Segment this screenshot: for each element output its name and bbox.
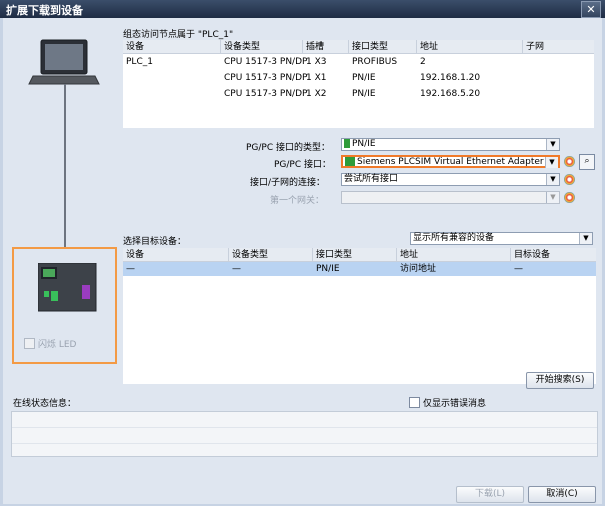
col-header-interface-type[interactable]: 接口类型	[349, 40, 417, 54]
table-row-cell: —	[232, 264, 241, 274]
table-row-cell[interactable]: PLC_1	[123, 55, 153, 69]
pgpc-type-value: PN/IE	[352, 139, 376, 149]
subnet-connection-label: 接口/子网的连接：	[250, 178, 326, 188]
subnet-connection-select[interactable]: 尝试所有接口 ▼	[341, 173, 560, 186]
errors-only-label: 仅显示错误消息	[423, 399, 487, 409]
network-adapter-icon	[345, 157, 355, 166]
table-row-cell: —	[126, 264, 135, 274]
ethernet-icon	[344, 139, 350, 148]
table-row[interactable]: — — PN/IE 访问地址 —	[123, 262, 596, 276]
table-row-cell[interactable]: 1 X1	[303, 71, 326, 85]
cancel-button[interactable]: 取消(C)	[528, 486, 596, 503]
online-status-label: 在线状态信息：	[13, 399, 77, 409]
table-row-cell[interactable]: CPU 1517-3 PN/DP	[221, 55, 307, 69]
target-devices-table: 设备 设备类型 接口类型 地址 目标设备 — — PN/IE 访问地址 —	[123, 248, 596, 384]
col-header-target-device[interactable]: 目标设备	[511, 248, 596, 262]
col-header-device-type[interactable]: 设备类型	[221, 40, 303, 54]
table-row-cell[interactable]: PN/IE	[349, 87, 376, 101]
subnet-connection-value: 尝试所有接口	[344, 174, 399, 184]
pgpc-interface-value: Siemens PLCSIM Virtual Ethernet Adapter	[357, 157, 544, 167]
close-button[interactable]: ✕	[581, 1, 601, 18]
dialog-title: 扩展下载到设备	[6, 4, 83, 17]
plc-device-icon	[38, 263, 97, 312]
access-table-caption: 组态访问节点属于 "PLC_1"	[123, 30, 234, 40]
status-globe-icon[interactable]	[564, 156, 575, 167]
chevron-down-icon[interactable]: ▼	[579, 233, 592, 244]
col-header-interface-type[interactable]: 接口类型	[313, 248, 397, 262]
table-row-cell[interactable]: 1 X3	[303, 55, 326, 69]
title-bar: 扩展下载到设备 ✕	[0, 0, 605, 18]
first-gateway-select[interactable]: ▼	[341, 191, 560, 204]
chevron-down-icon[interactable]: ▼	[546, 139, 559, 150]
table-row-cell[interactable]: CPU 1517-3 PN/DP	[221, 87, 307, 101]
properties-icon[interactable]: ⌕	[579, 154, 595, 170]
chevron-down-icon[interactable]: ▼	[546, 174, 559, 185]
dialog-body: 闪烁 LED 组态访问节点属于 "PLC_1" 设备 设备类型 插槽 接口类型 …	[3, 18, 602, 504]
table-row-cell[interactable]: PROFIBUS	[349, 55, 397, 69]
table-row-cell: —	[514, 264, 523, 274]
status-globe-icon	[564, 192, 575, 203]
chevron-down-icon[interactable]: ▼	[546, 192, 559, 203]
target-filter-select[interactable]: 显示所有兼容的设备 ▼	[410, 232, 593, 245]
table-row-cell[interactable]: 1 X2	[303, 87, 326, 101]
table-row-cell[interactable]: PN/IE	[349, 71, 376, 85]
col-header-device[interactable]: 设备	[123, 40, 221, 54]
col-header-device[interactable]: 设备	[123, 248, 229, 262]
target-filter-value: 显示所有兼容的设备	[413, 233, 495, 243]
dialog-window: 扩展下载到设备 ✕ 闪烁 LED 组态访问节点属于 "PLC_1" 设备 设备类…	[0, 0, 605, 506]
first-gateway-label: 第一个网关：	[270, 196, 325, 206]
laptop-icon	[28, 39, 100, 85]
download-button[interactable]: 下载(L)	[456, 486, 524, 503]
table-row-cell[interactable]: 192.168.1.20	[417, 71, 480, 85]
col-header-address[interactable]: 地址	[397, 248, 511, 262]
errors-only-checkbox[interactable]	[409, 397, 420, 408]
pgpc-type-label: PG/PC 接口的类型：	[246, 143, 331, 153]
pgpc-interface-label: PG/PC 接口：	[274, 160, 332, 170]
col-header-address[interactable]: 地址	[417, 40, 523, 54]
pgpc-interface-select[interactable]: Siemens PLCSIM Virtual Ethernet Adapter …	[341, 155, 560, 168]
flash-led-checkbox[interactable]	[24, 338, 35, 349]
chevron-down-icon[interactable]: ▼	[545, 157, 558, 168]
pgpc-type-select[interactable]: PN/IE ▼	[341, 138, 560, 151]
access-nodes-table: 设备 设备类型 插槽 接口类型 地址 子网 PLC_1 CPU 1517-3 P…	[123, 40, 594, 128]
table-row-cell[interactable]: 192.168.5.20	[417, 87, 480, 101]
flash-led-label: 闪烁 LED	[38, 340, 77, 350]
col-header-slot[interactable]: 插槽	[303, 40, 349, 54]
table-row-cell[interactable]: 2	[417, 55, 426, 69]
col-header-subnet[interactable]: 子网	[523, 40, 594, 54]
table-row-cell[interactable]: CPU 1517-3 PN/DP	[221, 71, 307, 85]
select-target-label: 选择目标设备：	[123, 237, 187, 247]
table-row-cell: PN/IE	[316, 264, 340, 274]
online-status-box	[11, 411, 598, 457]
col-header-device-type[interactable]: 设备类型	[229, 248, 313, 262]
table-row-cell: 访问地址	[400, 264, 437, 274]
status-globe-icon[interactable]	[564, 174, 575, 185]
start-search-button[interactable]: 开始搜索(S)	[526, 372, 594, 389]
target-device-panel[interactable]: 闪烁 LED	[12, 247, 117, 364]
